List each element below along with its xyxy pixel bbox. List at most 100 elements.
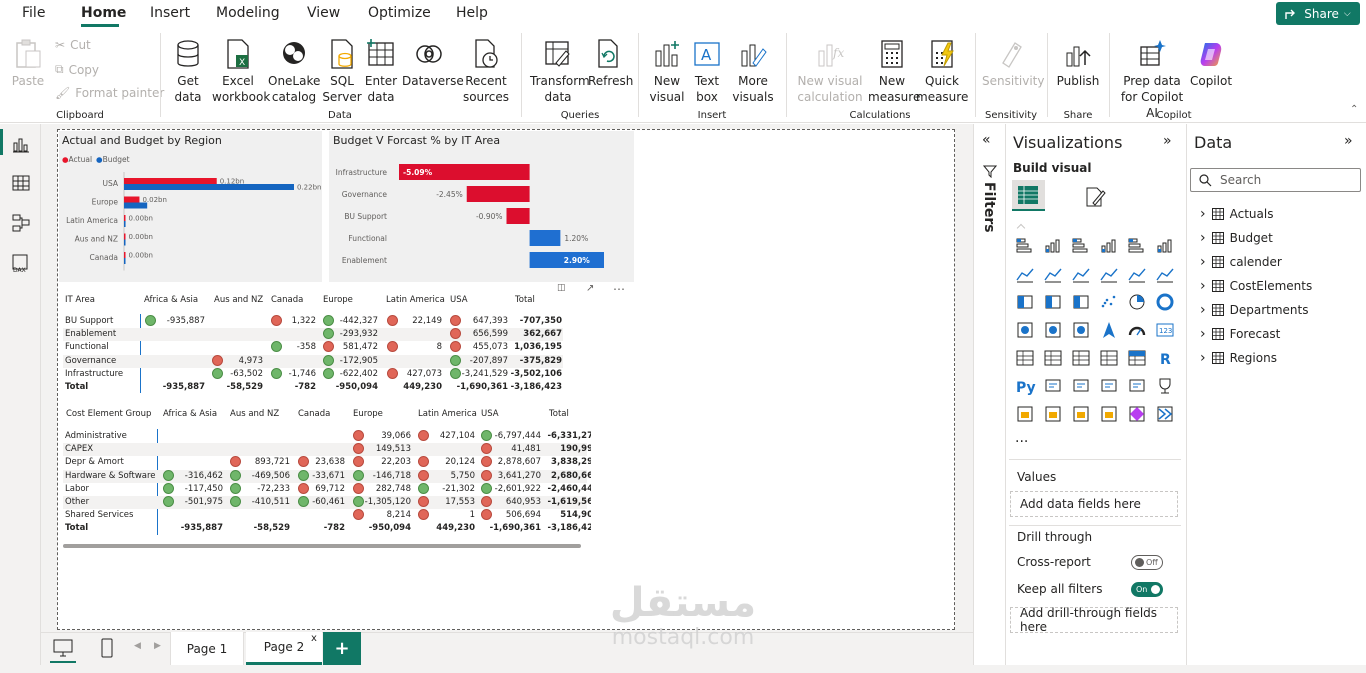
text-box-button[interactable]: A Text box (690, 39, 724, 105)
chart1-bar-budget-aus-and-nz[interactable] (124, 239, 126, 246)
donut-chart-icon[interactable] (1156, 293, 1174, 311)
get-data-button[interactable]: Get data (168, 39, 208, 105)
data-search-box[interactable]: Search (1190, 168, 1361, 192)
matrix-icon[interactable] (1128, 350, 1146, 366)
card-icon[interactable]: 123 (1156, 323, 1174, 337)
refresh-button[interactable]: Refresh (588, 39, 633, 89)
menu-modeling[interactable]: Modeling (216, 5, 280, 21)
page-tab-1[interactable]: Page 1 (170, 632, 244, 665)
format-painter-button[interactable]: 🖌 Format painter (55, 86, 164, 100)
table-view-icon[interactable] (11, 173, 31, 193)
cost-element-matrix[interactable]: Cost Element Group Africa & Asia Aus and N… (59, 406, 591, 546)
clustered-bar-chart-icon[interactable] (1072, 238, 1088, 253)
excel-workbook-button[interactable]: X Excel workbook (212, 39, 270, 105)
filled-map-icon[interactable] (1073, 322, 1089, 338)
chart1-bar-budget-canada[interactable] (124, 258, 126, 264)
chart1-bar-budget-latin-america[interactable] (124, 221, 126, 227)
new-visual-button[interactable]: New visual (646, 39, 688, 105)
100-stacked-area-chart-icon[interactable] (1100, 268, 1118, 283)
build-visual-tab[interactable] (1012, 180, 1045, 211)
multi-row-card-icon[interactable] (1016, 350, 1034, 366)
sql-server-button[interactable]: SQL Server (322, 39, 362, 105)
qa-visual-icon[interactable] (1101, 379, 1117, 392)
chart1-bar-budget-europe[interactable] (124, 202, 148, 209)
area-chart-icon[interactable] (1044, 268, 1062, 283)
collapse-visualizations-icon[interactable]: » (1163, 133, 1172, 149)
dataverse-button[interactable]: Dataverse (402, 39, 464, 89)
matrix-horizontal-scrollbar[interactable] (63, 544, 581, 548)
chevron-right-icon[interactable]: › (1200, 254, 1206, 270)
100-stacked-bar-chart-icon[interactable] (1128, 238, 1144, 253)
dax-query-view-icon[interactable]: DAX (11, 253, 31, 273)
report-view-icon[interactable] (11, 134, 31, 154)
more-visuals-button[interactable]: More visuals (728, 39, 778, 105)
keep-all-filters-toggle[interactable]: On (1131, 582, 1163, 597)
line-and-stacked-column-chart-icon[interactable] (1128, 268, 1146, 283)
table-icon[interactable] (1100, 350, 1118, 366)
cut-button[interactable]: ✂ Cut (55, 38, 91, 52)
menu-optimize[interactable]: Optimize (368, 5, 431, 21)
mobile-layout-icon[interactable] (101, 638, 113, 658)
chart2-bar-functional[interactable] (529, 230, 561, 246)
chevron-right-icon[interactable]: › (1200, 350, 1206, 366)
data-table-departments[interactable]: › Departments (1200, 302, 1308, 318)
treemap-icon[interactable] (1017, 322, 1033, 338)
shape-map-icon[interactable] (1129, 406, 1145, 422)
new-visual-calculation-button[interactable]: fx New visual calculation (794, 39, 866, 105)
drill-through-well[interactable]: Add drill-through fields here (1010, 606, 1178, 634)
chart1-bar-actual-latin-america[interactable] (124, 215, 126, 221)
sensitivity-button[interactable]: Sensitivity (982, 39, 1044, 89)
data-table-calender[interactable]: › calender (1200, 254, 1282, 270)
chevron-right-icon[interactable]: › (1200, 302, 1206, 318)
stacked-column-chart-icon[interactable] (1045, 239, 1060, 253)
data-table-costelements[interactable]: › CostElements (1200, 278, 1312, 294)
share-button[interactable]: Share ⌵ (1276, 2, 1360, 25)
data-table-actuals[interactable]: › Actuals (1200, 206, 1273, 222)
scatter-chart-icon[interactable] (1101, 295, 1116, 308)
metrics-icon[interactable] (1159, 378, 1171, 394)
previous-page-icon[interactable]: ◀ (134, 641, 141, 651)
chevron-right-icon[interactable]: › (1200, 278, 1206, 294)
more-options-icon[interactable]: ⋯ (613, 282, 625, 296)
chevron-right-icon[interactable]: › (1200, 206, 1206, 222)
chart2-bar-governance[interactable] (466, 186, 530, 202)
stacked-area-chart-icon[interactable] (1072, 268, 1090, 283)
copilot-button[interactable]: Copilot (1188, 39, 1234, 89)
it-area-matrix[interactable]: IT Area Africa & Asia Aus and NZ Canada Euro… (59, 292, 589, 395)
card-new-icon[interactable] (1045, 406, 1061, 422)
enter-data-button[interactable]: Enter data (362, 39, 400, 105)
filters-label[interactable]: Filters (981, 182, 997, 233)
clustered-column-chart-icon[interactable] (1101, 239, 1116, 253)
desktop-layout-icon[interactable] (53, 639, 73, 657)
chart1-bar-actual-canada[interactable] (124, 252, 126, 258)
python-visual-icon[interactable]: Py (1016, 380, 1036, 396)
cross-report-toggle[interactable]: Off (1131, 555, 1163, 570)
smart-narrative-icon[interactable] (1129, 379, 1145, 392)
waterfall-chart-icon[interactable] (1045, 295, 1061, 309)
more-visuals-ellipsis[interactable]: ... (1015, 430, 1028, 446)
menu-insert[interactable]: Insert (150, 5, 190, 21)
chart1-bar-actual-aus-and-nz[interactable] (124, 233, 126, 240)
transform-data-button[interactable]: Transform data (530, 39, 590, 105)
collapse-ribbon-icon[interactable]: ⌃ (1350, 104, 1358, 115)
recent-sources-button[interactable]: Recent sources (458, 39, 514, 105)
slicer-icon[interactable] (1072, 350, 1090, 366)
line-and-clustered-column-chart-icon[interactable] (1156, 268, 1174, 283)
key-influencers-icon[interactable] (1045, 379, 1061, 392)
menu-view[interactable]: View (307, 5, 340, 21)
funnel-chart-icon[interactable] (1073, 295, 1089, 309)
collapse-data-pane-icon[interactable]: » (1344, 133, 1353, 149)
model-view-icon[interactable] (11, 213, 31, 233)
map-icon[interactable] (1045, 322, 1061, 338)
line-chart-icon[interactable] (1016, 268, 1034, 283)
values-well[interactable]: Add data fields here (1010, 491, 1178, 517)
menu-file[interactable]: File (22, 5, 45, 21)
stacked-bar-chart-icon[interactable] (1016, 238, 1032, 253)
chevron-right-icon[interactable]: › (1200, 230, 1206, 246)
data-table-budget[interactable]: › Budget (1200, 230, 1273, 246)
data-table-regions[interactable]: › Regions (1200, 350, 1277, 366)
goals-icon[interactable] (1157, 406, 1173, 422)
quick-measure-button[interactable]: Quick measure (916, 39, 968, 105)
chart1-bar-actual-usa[interactable] (124, 178, 217, 184)
paste-button[interactable]: Paste (8, 39, 48, 89)
